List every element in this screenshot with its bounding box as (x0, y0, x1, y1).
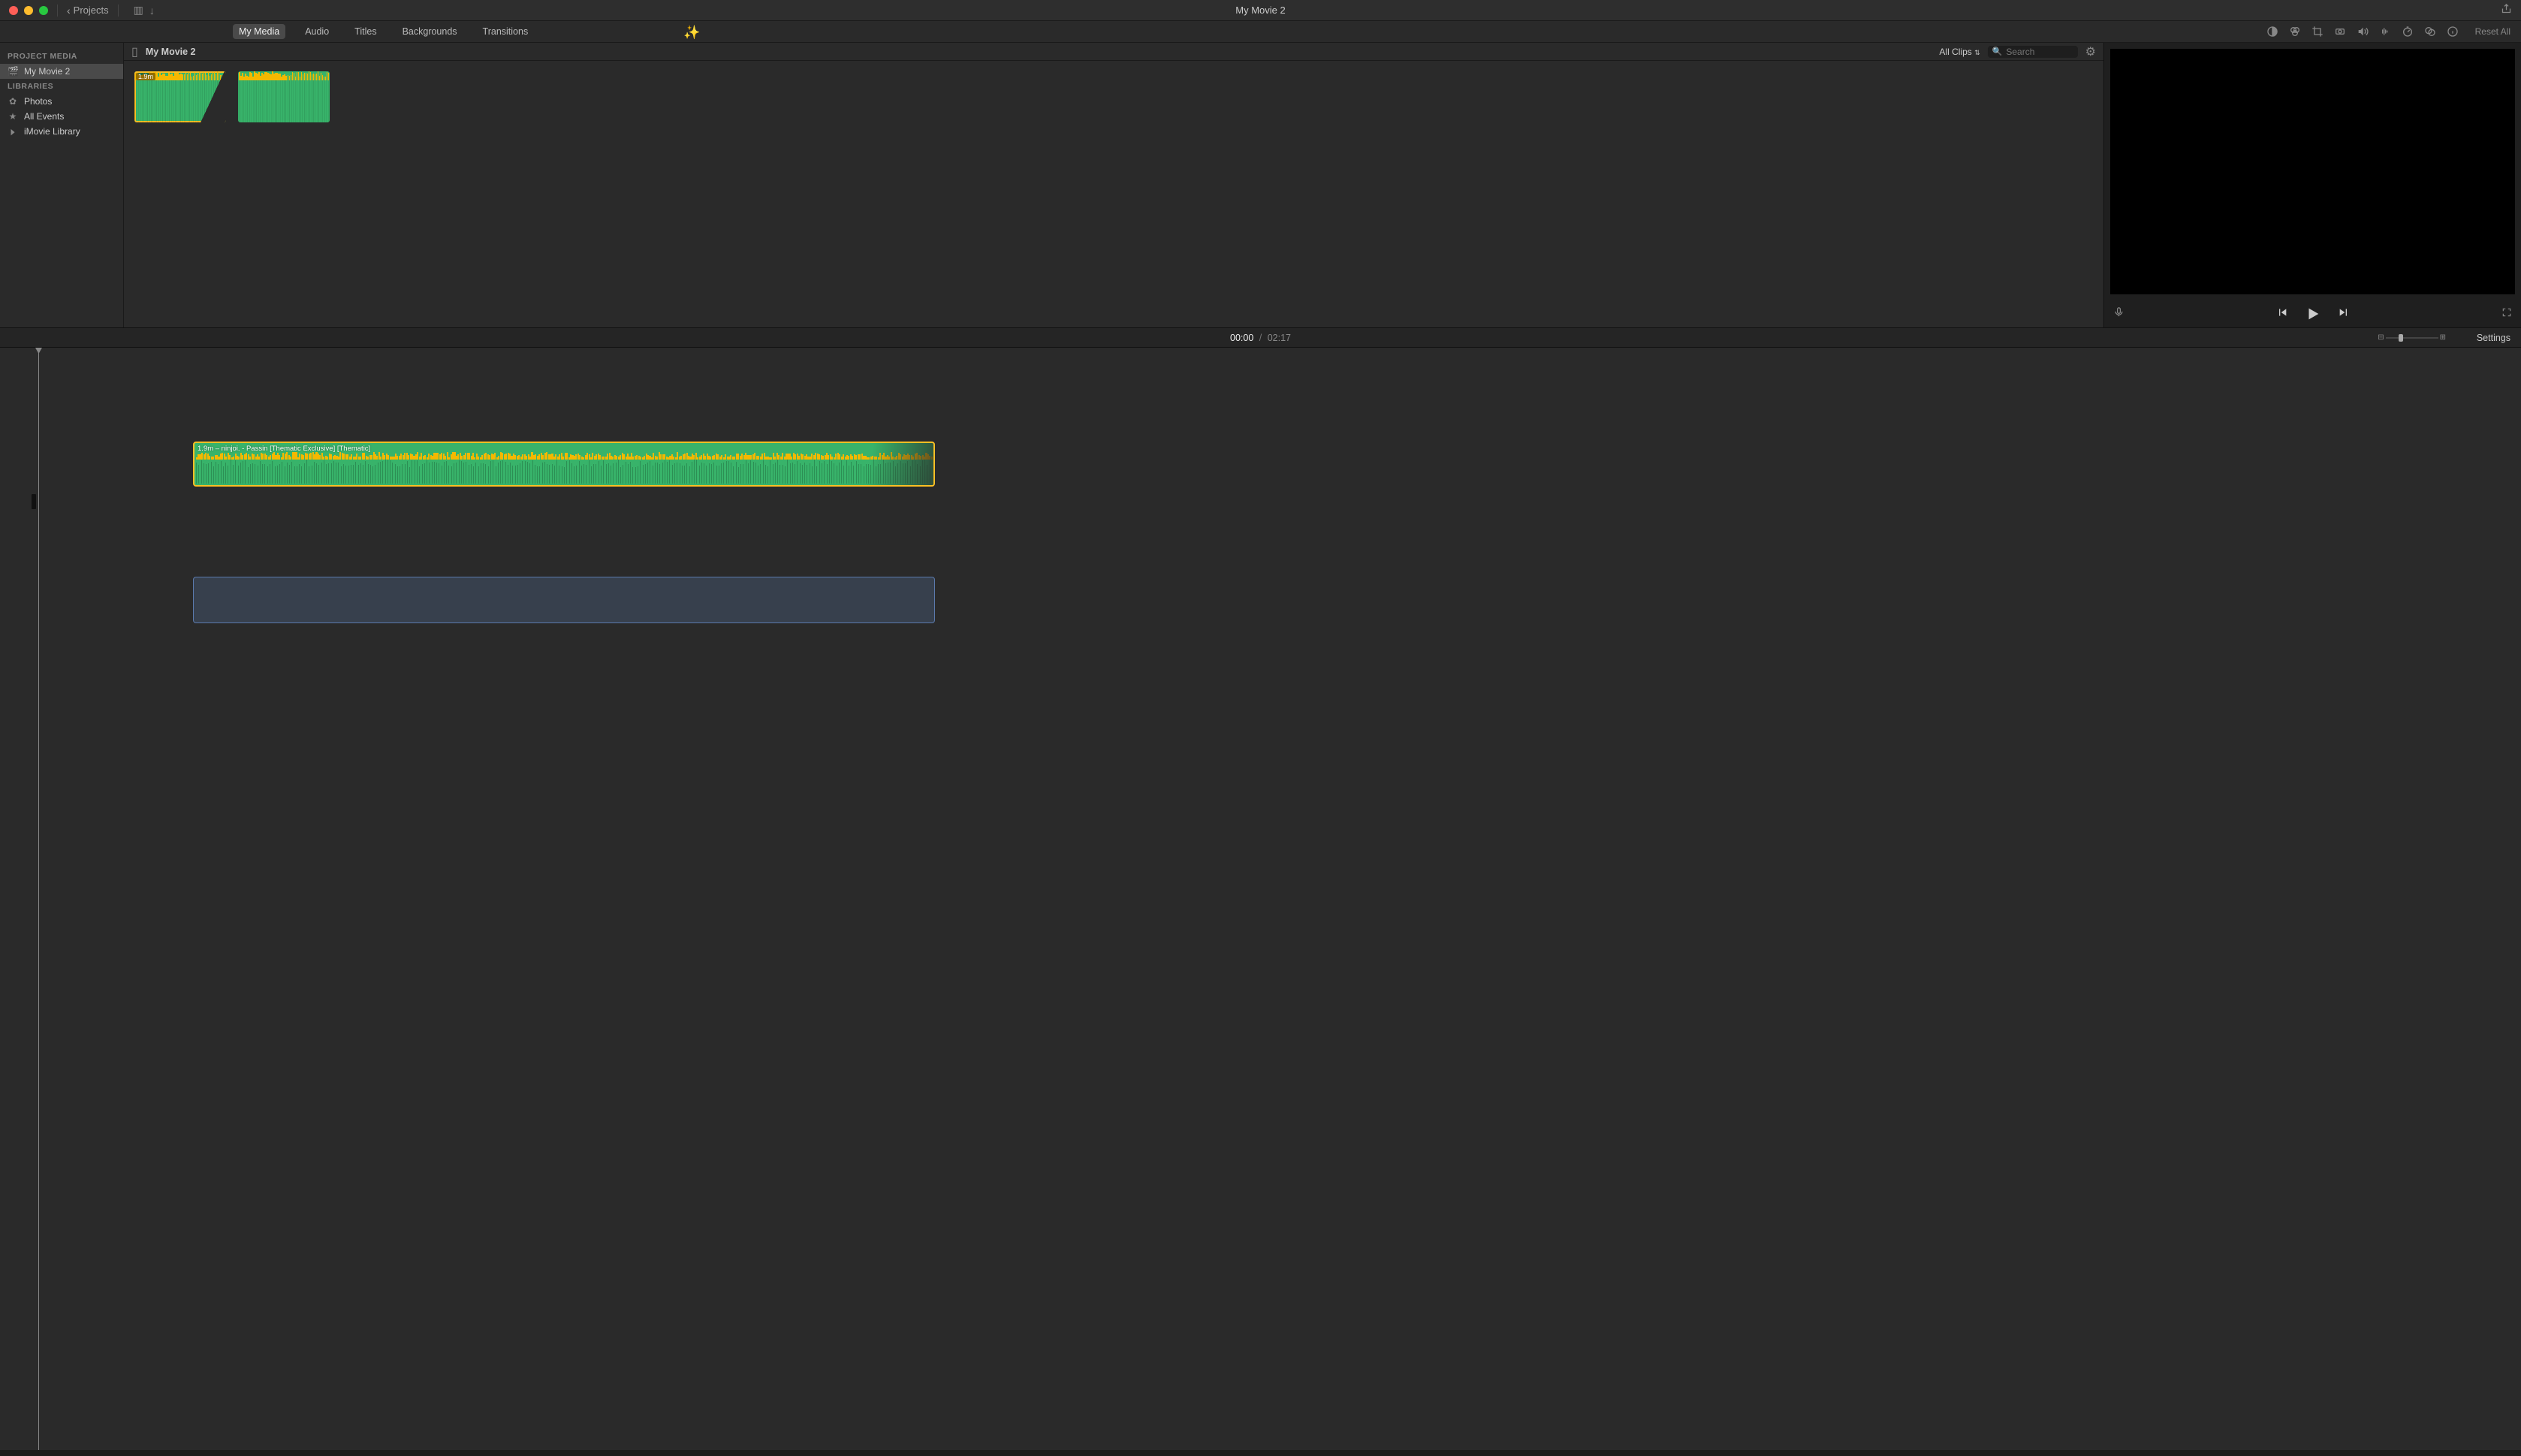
voiceover-button[interactable] (2113, 306, 2124, 321)
tab-my-media[interactable]: My Media (233, 24, 285, 39)
crop-icon[interactable] (2311, 26, 2323, 38)
transport-bar (2104, 300, 2521, 327)
playback-controls (2276, 306, 2350, 322)
color-balance-icon[interactable] (2266, 26, 2278, 38)
sidebar-item-label: iMovie Library (24, 126, 80, 137)
timeline-settings-button[interactable]: Settings (2477, 333, 2510, 343)
search-input[interactable] (2006, 47, 2066, 57)
sidebar-item-label: All Events (24, 111, 64, 122)
clip-waveform-body (238, 80, 330, 122)
clip-duration-badge: 1.9m (136, 73, 155, 80)
browser-header: ▯ My Movie 2 All Clips ⇅ 🔍 ⚙ (124, 43, 2103, 61)
clapper-icon: 🎬 (8, 66, 18, 77)
fullscreen-button[interactable] (2501, 307, 2512, 321)
viewer-panel (2104, 43, 2521, 327)
zoom-out-icon: ⊟ (2378, 333, 2384, 342)
timeline-clip-fade (791, 443, 933, 485)
sidebar-item-label: My Movie 2 (24, 66, 70, 77)
viewer-canvas[interactable] (2110, 49, 2515, 294)
time-display: 00:00 / 02:17 (1230, 333, 1291, 343)
enhance-icon[interactable]: ✨ (683, 25, 700, 41)
traffic-lights (9, 6, 48, 15)
timeline-clip-label: 1.9m – ninjoi. - Passin [Thematic Exclus… (198, 445, 370, 453)
projects-label: Projects (74, 5, 109, 16)
time-total: 02:17 (1268, 333, 1291, 343)
time-current: 00:00 (1230, 333, 1253, 343)
sidebar-item-photos[interactable]: ✿ Photos (0, 94, 123, 109)
sidebar-item-imovie-library[interactable]: ▶ iMovie Library (0, 124, 123, 139)
zoom-slider[interactable]: ⊟ ⊞ (2378, 333, 2446, 342)
timeline-record-region[interactable] (193, 577, 935, 623)
media-browser: ▯ My Movie 2 All Clips ⇅ 🔍 ⚙ 1.9m (124, 43, 2104, 327)
search-box[interactable]: 🔍 (1988, 46, 2078, 58)
divider (57, 5, 58, 17)
tab-titles[interactable]: Titles (348, 24, 382, 39)
zoom-in-icon: ⊞ (2440, 333, 2446, 342)
prev-button[interactable] (2276, 306, 2288, 322)
clip-fade (199, 71, 226, 122)
timeline-audio-clip[interactable]: 1.9m – ninjoi. - Passin [Thematic Exclus… (193, 442, 935, 487)
tab-audio[interactable]: Audio (299, 24, 335, 39)
zoom-track[interactable] (2386, 337, 2438, 339)
content-tabs: My Media Audio Titles Backgrounds Transi… (0, 21, 2521, 43)
reset-all-button[interactable]: Reset All (2475, 26, 2510, 37)
browser-project-name: My Movie 2 (146, 47, 196, 57)
tab-backgrounds[interactable]: Backgrounds (397, 24, 463, 39)
projects-back-button[interactable]: ‹ Projects (67, 5, 109, 17)
speed-icon[interactable] (2402, 26, 2414, 38)
sidebar-item-project[interactable]: 🎬 My Movie 2 (0, 64, 123, 79)
zoom-thumb[interactable] (2399, 334, 2403, 342)
play-button[interactable] (2305, 306, 2321, 322)
gear-icon[interactable]: ⚙ (2085, 44, 2096, 59)
playhead[interactable] (38, 348, 39, 1450)
sidebar-item-label: Photos (24, 96, 52, 107)
noise-reduction-icon[interactable] (2379, 26, 2391, 38)
clips-grid: 1.9m (124, 61, 2103, 327)
next-button[interactable] (2338, 306, 2350, 322)
window-title: My Movie 2 (1235, 5, 1285, 16)
stabilize-icon[interactable] (2334, 26, 2346, 38)
sidebar-header-project-media: PROJECT MEDIA (0, 49, 123, 64)
clip-filter-dropdown[interactable]: All Clips ⇅ (1939, 47, 1980, 57)
timeline[interactable]: 1.9m – ninjoi. - Passin [Thematic Exclus… (0, 348, 2521, 1450)
media-clip[interactable] (238, 71, 330, 122)
time-sep: / (1259, 333, 1262, 343)
color-correction-icon[interactable] (2289, 26, 2301, 38)
photos-icon: ✿ (8, 96, 18, 107)
chevron-left-icon: ‹ (67, 5, 71, 17)
sidebar-item-all-events[interactable]: ★ All Events (0, 109, 123, 124)
divider (118, 5, 119, 17)
search-icon: 🔍 (1992, 47, 2003, 56)
adjust-toolbar: Reset All (2266, 26, 2510, 38)
filter-icon[interactable] (2424, 26, 2436, 38)
toggle-sidebar-icon[interactable]: ▯ (131, 44, 138, 59)
timeline-gap-marker (32, 494, 36, 509)
volume-icon[interactable] (2357, 26, 2369, 38)
timeline-header: 00:00 / 02:17 ⊟ ⊞ Settings (0, 328, 2521, 348)
share-icon[interactable] (2501, 3, 2512, 18)
layout-icon[interactable]: ▥ (134, 4, 143, 17)
tab-transitions[interactable]: Transitions (477, 24, 535, 39)
disclosure-icon[interactable]: ▶ (10, 127, 16, 137)
info-icon[interactable] (2447, 26, 2459, 38)
sidebar-header-libraries: LIBRARIES (0, 79, 123, 94)
footer (0, 1450, 2521, 1456)
media-clip[interactable]: 1.9m (134, 71, 226, 122)
maximize-button[interactable] (39, 6, 48, 15)
clip-waveform-top (238, 71, 330, 80)
star-icon: ★ (8, 111, 18, 122)
close-button[interactable] (9, 6, 18, 15)
updown-icon: ⇅ (1974, 49, 1980, 56)
minimize-button[interactable] (24, 6, 33, 15)
titlebar: ‹ Projects ▥ ↓ My Movie 2 (0, 0, 2521, 21)
library-sidebar: PROJECT MEDIA 🎬 My Movie 2 LIBRARIES ✿ P… (0, 43, 124, 327)
import-icon[interactable]: ↓ (149, 5, 155, 17)
